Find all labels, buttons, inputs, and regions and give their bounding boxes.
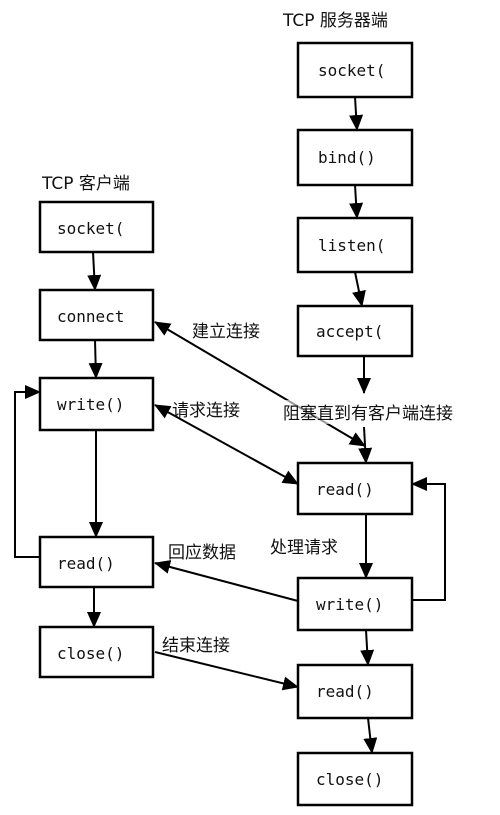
svg-text:read(): read() <box>316 480 374 499</box>
svg-text:write(): write() <box>316 595 383 614</box>
server-accept-box: accept( <box>296 304 414 358</box>
arrow-connect-write <box>88 339 103 379</box>
arrow-bind-listen <box>349 184 364 219</box>
tcp-flow-diagram: TCP 服务器端 TCP 客户端 socket( bind() listen( … <box>14 11 492 807</box>
server-read-box: read() <box>296 461 414 516</box>
server-close-box: close() <box>296 751 414 807</box>
arrow-client-socket-connect <box>87 251 102 291</box>
client-socket-box: socket( <box>38 200 155 254</box>
client-loop-arrow <box>14 385 41 558</box>
client-connect-box: connect <box>38 288 155 342</box>
label-establish: 建立连接 <box>192 322 260 342</box>
server-read2-box: read() <box>296 663 414 720</box>
svg-text:write(): write() <box>57 395 124 414</box>
client-write-box: write() <box>38 376 155 432</box>
client-read-box: read() <box>38 535 155 589</box>
response-data-arrow <box>154 560 299 602</box>
server-bind-box: bind() <box>296 128 414 187</box>
label-block: 阻塞直到有客户端连接 <box>283 404 453 424</box>
svg-text:connect: connect <box>57 307 124 326</box>
arrow-read2-close <box>363 717 378 754</box>
svg-text:close(): close() <box>57 644 124 663</box>
label-request: 请求连接 <box>172 401 240 421</box>
svg-text:close(): close() <box>316 770 383 789</box>
svg-text:read(): read() <box>57 554 115 573</box>
client-close-box: close() <box>38 625 155 679</box>
client-title: TCP 客户端 <box>41 174 130 194</box>
svg-text:bind(): bind() <box>318 148 376 167</box>
server-socket-box: socket( <box>296 41 414 99</box>
arrow-listen-accept <box>352 271 366 307</box>
svg-text:accept(: accept( <box>316 322 383 341</box>
server-write-box: write() <box>296 576 414 632</box>
svg-text:socket(: socket( <box>318 61 385 80</box>
arrow-write-read2 <box>360 629 375 666</box>
label-response: 回应数据 <box>168 543 236 563</box>
end-connection-arrow <box>154 651 299 691</box>
svg-text:listen(: listen( <box>318 236 385 255</box>
server-title: TCP 服务器端 <box>282 11 388 31</box>
server-loop-arrow <box>411 477 446 601</box>
svg-text:read(): read() <box>316 682 374 701</box>
label-end: 结束连接 <box>162 636 230 656</box>
server-listen-box: listen( <box>296 216 414 274</box>
svg-text:socket(: socket( <box>57 219 124 238</box>
label-process: 处理请求 <box>270 538 338 558</box>
arrow-socket-bind <box>349 96 364 131</box>
